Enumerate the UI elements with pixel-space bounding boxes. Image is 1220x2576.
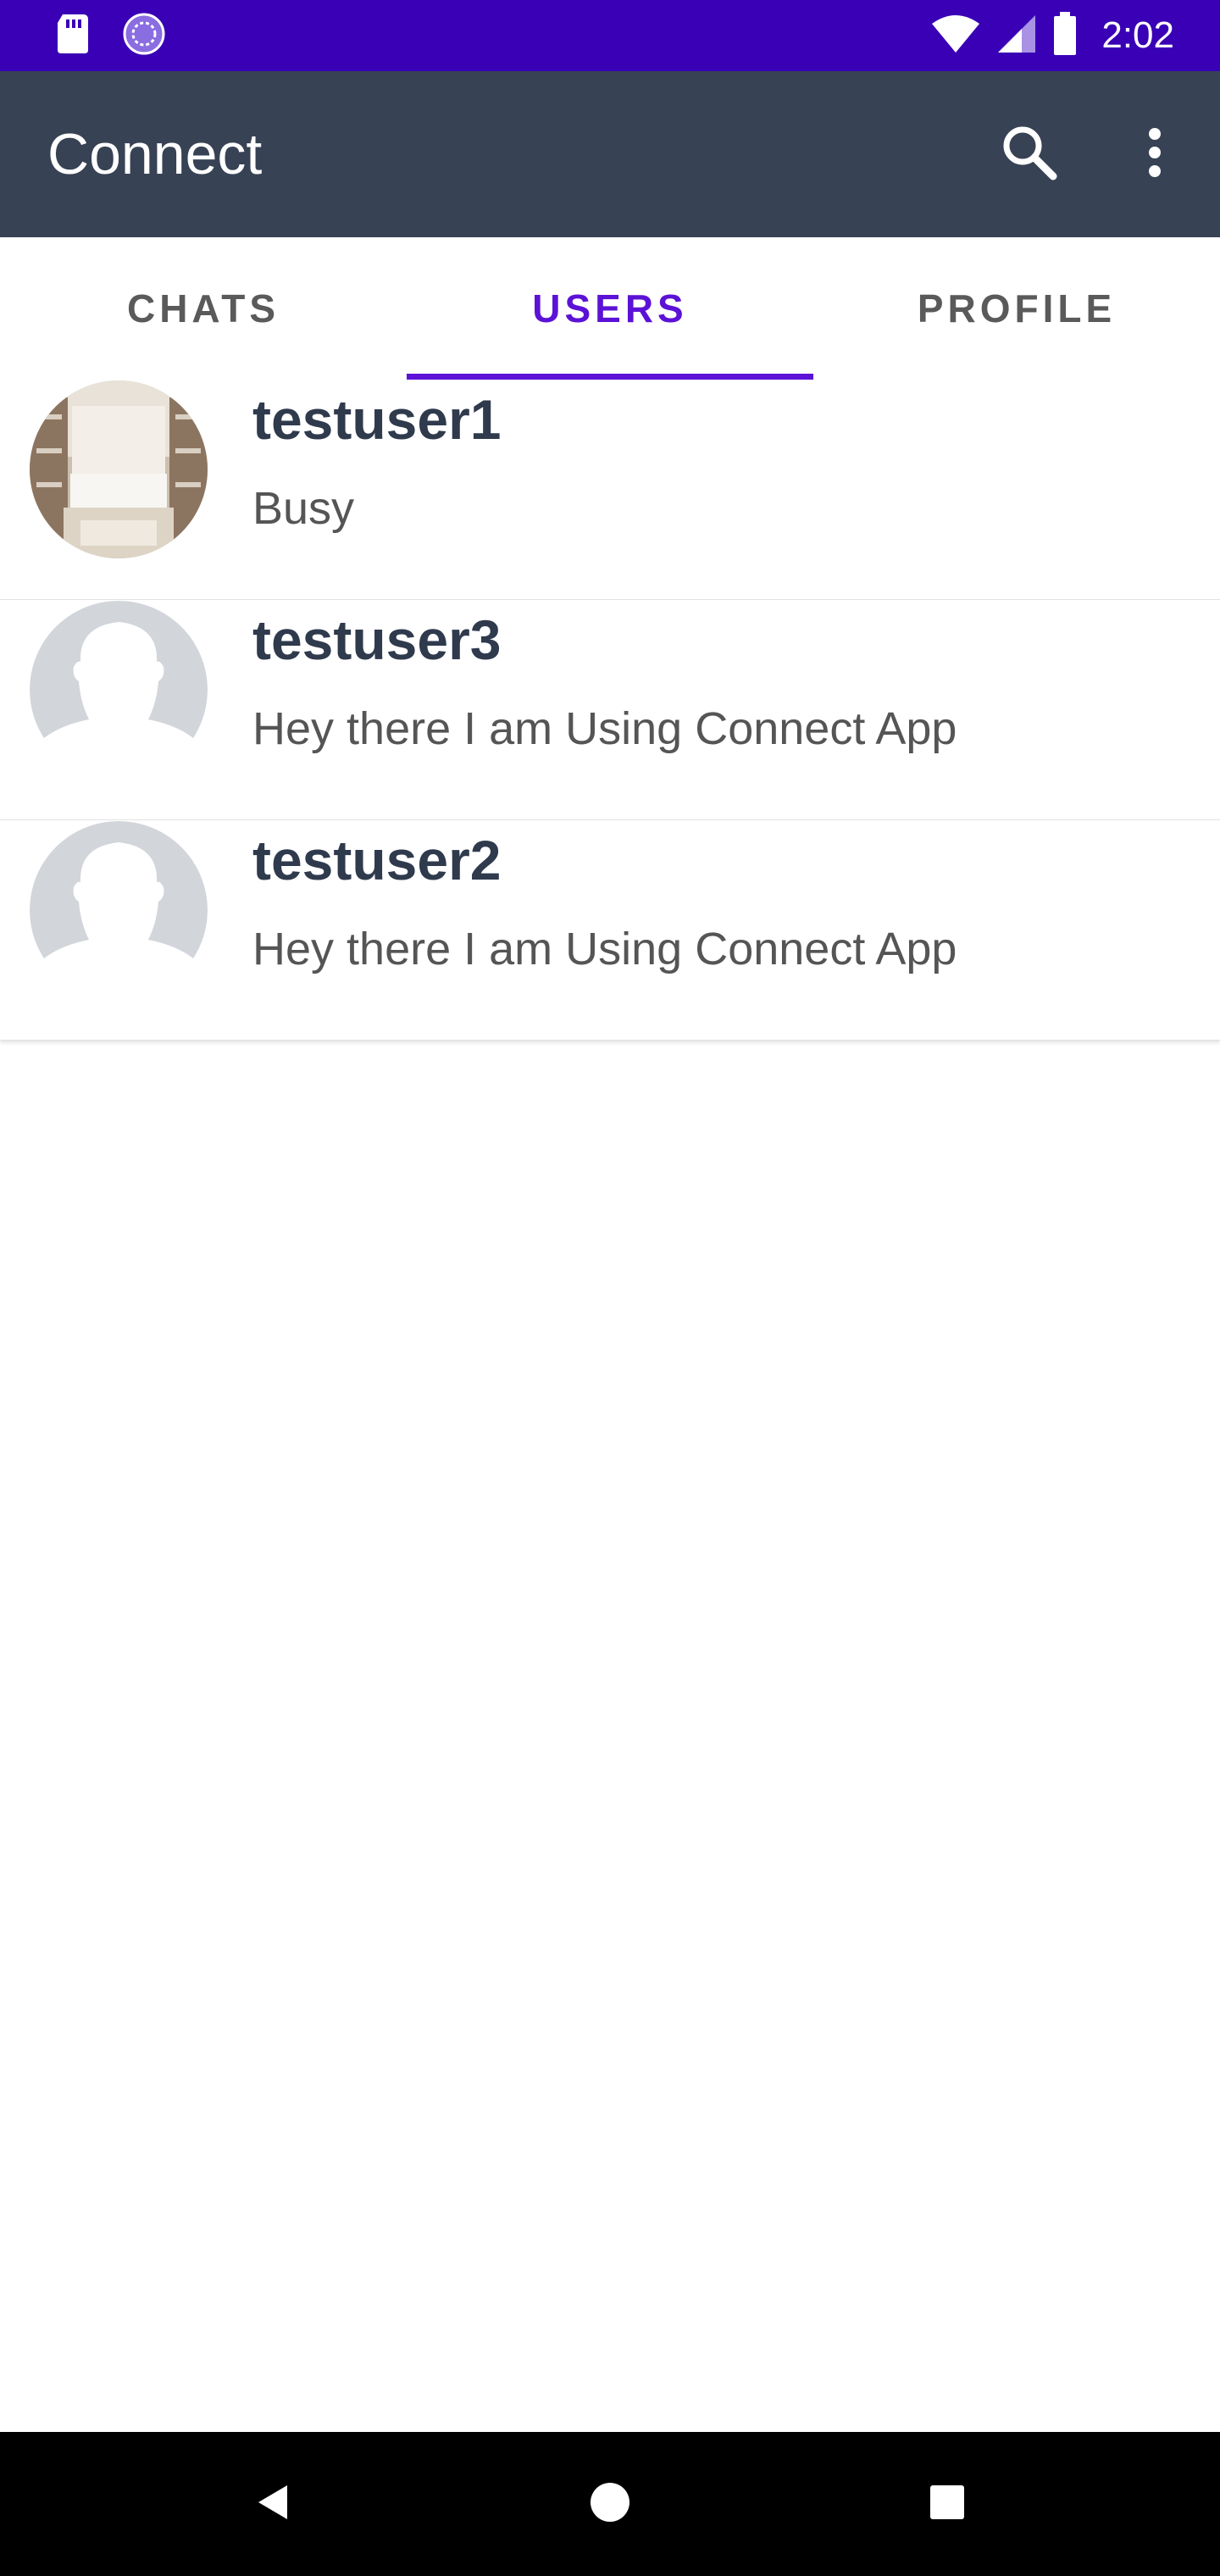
status-right-icons: 2:02 (930, 8, 1174, 63)
tab-bar: CHATS USERS PROFILE (0, 237, 1220, 380)
default-person-icon (30, 821, 208, 999)
system-nav-bar (0, 2432, 1220, 2576)
home-button[interactable] (568, 2462, 652, 2546)
search-icon (1000, 123, 1059, 186)
user-name: testuser1 (252, 388, 502, 451)
wifi-icon (930, 14, 981, 58)
tab-users-label: USERS (532, 286, 688, 330)
default-person-icon (30, 601, 208, 779)
avatar (30, 380, 208, 558)
more-vert-icon (1146, 127, 1163, 182)
status-time: 2:02 (1101, 14, 1174, 56)
user-status: Hey there I am Using Connect App (252, 703, 957, 754)
back-button[interactable] (230, 2462, 315, 2546)
more-options-button[interactable] (1112, 112, 1197, 197)
user-list-item[interactable]: testuser1 Busy (0, 380, 1220, 600)
active-tab-indicator (407, 374, 813, 380)
battery-icon (1052, 11, 1078, 60)
tab-chats[interactable]: CHATS (0, 237, 407, 380)
recents-icon (929, 2484, 966, 2525)
user-name: testuser2 (252, 829, 502, 891)
user-status: Hey there I am Using Connect App (252, 924, 957, 974)
back-icon (252, 2481, 294, 2528)
tab-profile[interactable]: PROFILE (813, 237, 1220, 380)
app-title: Connect (47, 122, 263, 186)
signal-icon (996, 14, 1037, 58)
status-left-icons (56, 12, 166, 60)
user-list-item[interactable]: testuser3 Hey there I am Using Connect A… (0, 600, 1220, 820)
user-list: testuser1 Busy testuser3 Hey there I am … (0, 380, 1220, 1041)
avatar (30, 821, 208, 999)
tab-users[interactable]: USERS (407, 237, 813, 380)
room-photo-icon (30, 380, 208, 558)
user-status: Busy (252, 483, 355, 534)
home-icon (589, 2481, 631, 2528)
user-list-item[interactable]: testuser2 Hey there I am Using Connect A… (0, 820, 1220, 1041)
recents-button[interactable] (905, 2462, 990, 2546)
app-bar: Connect (0, 71, 1220, 237)
tab-profile-label: PROFILE (917, 286, 1117, 330)
user-name: testuser3 (252, 608, 502, 671)
sync-icon (122, 12, 166, 60)
sd-card-icon (56, 13, 90, 59)
search-button[interactable] (987, 112, 1072, 197)
tab-chats-label: CHATS (126, 286, 280, 330)
avatar (30, 601, 208, 779)
status-bar: 2:02 (0, 0, 1220, 71)
